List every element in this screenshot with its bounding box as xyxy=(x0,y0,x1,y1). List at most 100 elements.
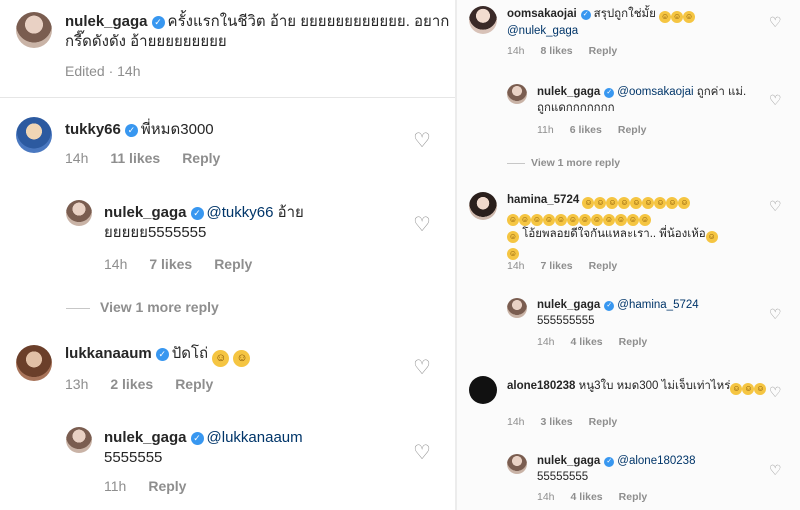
comment-username[interactable]: lukkanaaum xyxy=(65,345,152,362)
emoji-icon: ☺ xyxy=(754,383,767,395)
reply-button[interactable]: Reply xyxy=(618,124,647,136)
reply-button[interactable]: Reply xyxy=(619,336,648,348)
emoji-icon: ☺ xyxy=(618,197,631,209)
heart-icon[interactable]: ♡ xyxy=(769,462,782,479)
comment-time: 13h xyxy=(65,376,89,392)
avatar[interactable] xyxy=(469,6,497,34)
left-comments-panel: nulek_gaga ✓ ครั้งแรกในชีวิต อ้าย ยยยยยยยย… xyxy=(0,0,455,510)
heart-icon[interactable]: ♡ xyxy=(769,384,782,401)
avatar[interactable] xyxy=(16,117,52,153)
right-comments-panel: oomsakaojai ✓ สรุปถูกใช่มั้ย ☺ ☺ ☺ @nulek_ga… xyxy=(457,0,800,510)
comment-meta: 13h 2 likes Reply xyxy=(65,376,235,392)
likes-count[interactable]: 3 likes xyxy=(541,416,573,428)
view-more-replies-button[interactable]: View 1 more reply xyxy=(507,157,620,169)
emoji-icon: ☺ xyxy=(683,11,696,23)
view-more-label: View 1 more reply xyxy=(100,299,219,315)
comment-username[interactable]: oomsakaojai xyxy=(507,8,577,20)
mention-link[interactable]: @nulek_gaga xyxy=(507,25,578,37)
reply-button[interactable]: Reply xyxy=(175,376,213,392)
likes-count[interactable]: 4 likes xyxy=(571,336,603,348)
avatar[interactable] xyxy=(507,454,527,474)
view-more-label: View 1 more reply xyxy=(531,157,621,169)
verified-badge-icon: ✓ xyxy=(604,88,615,98)
comment-body: oomsakaojai ✓ สรุปถูกใช่มั้ย ☺ ☺ ☺ @nulek_ga… xyxy=(507,6,772,39)
emoji-icon: ☺ xyxy=(555,214,567,226)
emoji-icon: ☺ xyxy=(666,197,679,209)
mention-link[interactable]: @lukkanaaum xyxy=(207,429,303,446)
comment-username[interactable]: nulek_gaga xyxy=(537,455,600,467)
reply-button[interactable]: Reply xyxy=(148,478,186,494)
likes-count[interactable]: 7 likes xyxy=(149,256,192,272)
comment-username[interactable]: nulek_gaga xyxy=(537,86,600,98)
heart-icon[interactable]: ♡ xyxy=(769,198,782,215)
reply-button[interactable]: Reply xyxy=(182,150,220,166)
comment-body: tukky66 ✓ พี่หมด3000 xyxy=(65,120,214,140)
reply-body: nulek_gaga ✓ @tukky66 อ้าย ยยยยย5555555 xyxy=(104,203,404,243)
comment-meta: 14h 4 likes Reply xyxy=(537,336,663,348)
heart-icon[interactable]: ♡ xyxy=(769,306,782,323)
heart-icon[interactable]: ♡ xyxy=(769,14,782,31)
mention-link[interactable]: @alone180238 xyxy=(617,455,695,467)
mention-link[interactable]: @hamina_5724 xyxy=(617,299,698,311)
emoji-icon: ☺ xyxy=(507,248,519,260)
comment-body: hamina_5724 ☺ ☺ ☺ ☺ ☺ ☺ ☺ ☺ ☺ ☺ ☺ ☺ ☺ ☺ ☺ ☺ ☺ ☺ ☺ ☺ ☺ ☺ โอ้… xyxy=(507,192,777,260)
verified-badge-icon: ✓ xyxy=(190,207,204,220)
thread-line xyxy=(66,307,90,309)
emoji-icon: ☺ xyxy=(603,214,615,226)
comment-time: 14h xyxy=(507,416,525,428)
avatar[interactable] xyxy=(469,192,497,220)
emoji-icon: ☺ xyxy=(639,214,651,226)
comment-username[interactable]: tukky66 xyxy=(65,121,121,138)
comment-text: โอ้ยพลอยดีใจกันแหละเรา.. พี่น้องเห้อ xyxy=(522,228,706,240)
emoji-icon: ☺ xyxy=(642,197,655,209)
comment-time: 14h xyxy=(507,45,525,57)
comment-username[interactable]: nulek_gaga xyxy=(537,299,600,311)
likes-count[interactable]: 7 likes xyxy=(541,260,573,272)
likes-count[interactable]: 4 likes xyxy=(571,491,603,503)
avatar[interactable] xyxy=(16,12,52,48)
avatar[interactable] xyxy=(66,200,92,226)
avatar[interactable] xyxy=(507,84,527,104)
verified-badge-icon: ✓ xyxy=(604,457,615,467)
verified-badge-icon: ✓ xyxy=(155,348,169,361)
comment-username[interactable]: hamina_5724 xyxy=(507,194,579,206)
comment-time: 11h xyxy=(537,124,554,136)
reply-button[interactable]: Reply xyxy=(589,45,618,57)
comment-meta: 14h 11 likes Reply xyxy=(65,150,242,166)
mention-link[interactable]: @tukky66 xyxy=(207,204,274,221)
verified-badge-icon: ✓ xyxy=(604,301,615,311)
mention-link[interactable]: @oomsakaojai xyxy=(617,86,693,98)
likes-count[interactable]: 6 likes xyxy=(570,124,602,136)
reply-button[interactable]: Reply xyxy=(619,491,648,503)
avatar[interactable] xyxy=(16,345,52,381)
heart-icon[interactable]: ♡ xyxy=(413,128,431,153)
emoji-icon: ☺ xyxy=(654,197,667,209)
comment-username[interactable]: nulek_gaga xyxy=(104,429,187,446)
emoji-icon: ☺ xyxy=(630,197,643,209)
heart-icon[interactable]: ♡ xyxy=(413,440,431,465)
likes-count[interactable]: 11 likes xyxy=(110,150,160,166)
avatar[interactable] xyxy=(469,376,497,404)
heart-icon[interactable]: ♡ xyxy=(413,212,431,237)
avatar[interactable] xyxy=(66,427,92,453)
comment-username[interactable]: nulek_gaga xyxy=(65,13,148,30)
view-more-replies-button[interactable]: View 1 more reply xyxy=(66,299,219,315)
comment-time: 14h xyxy=(65,150,89,166)
emoji-icon: ☺ xyxy=(659,11,672,23)
emoji-icon: ☺ xyxy=(627,214,639,226)
comment-time: 14h xyxy=(537,491,555,503)
likes-count[interactable]: 2 likes xyxy=(110,376,153,392)
comment-username[interactable]: alone180238 xyxy=(507,380,575,392)
comment-username[interactable]: nulek_gaga xyxy=(104,204,187,221)
verified-badge-icon: ✓ xyxy=(124,124,138,137)
heart-icon[interactable]: ♡ xyxy=(769,92,782,109)
avatar[interactable] xyxy=(507,298,527,318)
emoji-icon: ☺ xyxy=(705,231,718,243)
reply-button[interactable]: Reply xyxy=(214,256,252,272)
likes-count[interactable]: 8 likes xyxy=(541,45,573,57)
reply-button[interactable]: Reply xyxy=(589,260,618,272)
emoji-icon: ☺ xyxy=(678,197,691,209)
heart-icon[interactable]: ♡ xyxy=(413,355,431,380)
reply-button[interactable]: Reply xyxy=(589,416,618,428)
comment-time: 14h xyxy=(537,336,555,348)
